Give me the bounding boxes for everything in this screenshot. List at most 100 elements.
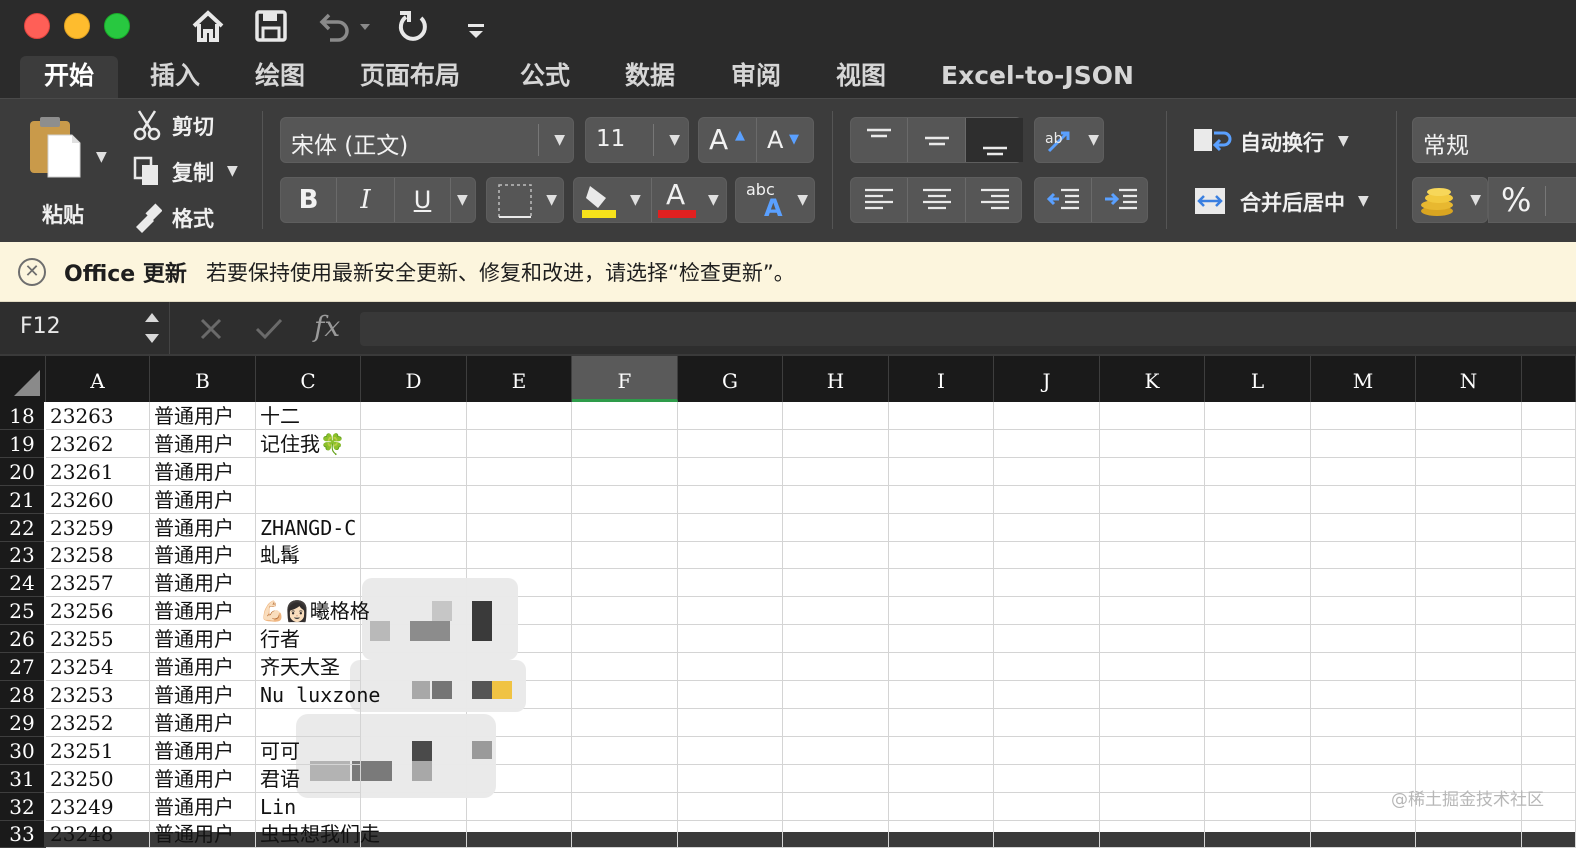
- cell-l[interactable]: [1205, 458, 1311, 486]
- tab-draw[interactable]: 绘图: [231, 56, 329, 98]
- cell-n[interactable]: [1416, 402, 1522, 430]
- cell-n[interactable]: [1416, 514, 1522, 542]
- cell-h[interactable]: [783, 793, 889, 821]
- cell-f[interactable]: [572, 681, 678, 709]
- column-header-e[interactable]: E: [467, 356, 572, 402]
- cell-i[interactable]: [889, 737, 994, 765]
- cell-k[interactable]: [1100, 681, 1205, 709]
- cell-c[interactable]: Nu luxzone: [256, 681, 380, 709]
- cell-k[interactable]: [1100, 542, 1205, 569]
- cell-h[interactable]: [783, 569, 889, 597]
- cell-k[interactable]: [1100, 430, 1205, 458]
- cell-overflow[interactable]: [1522, 430, 1576, 458]
- cell-a[interactable]: 23249: [46, 793, 150, 821]
- cell-n[interactable]: [1416, 821, 1522, 848]
- cell-l[interactable]: [1205, 430, 1311, 458]
- cell-m[interactable]: [1311, 737, 1416, 765]
- copy-button[interactable]: 复制 ▼: [132, 155, 242, 189]
- cell-l[interactable]: [1205, 653, 1311, 681]
- cell-e[interactable]: [467, 514, 572, 542]
- cell-m[interactable]: [1311, 514, 1416, 542]
- cell-g[interactable]: [678, 709, 783, 737]
- cell-h[interactable]: [783, 402, 889, 430]
- cell-l[interactable]: [1205, 821, 1311, 848]
- cell-h[interactable]: [783, 486, 889, 514]
- cell-k[interactable]: [1100, 793, 1205, 821]
- cell-i[interactable]: [889, 821, 994, 848]
- cell-k[interactable]: [1100, 737, 1205, 765]
- cell-f[interactable]: [572, 569, 678, 597]
- tab-formulas[interactable]: 公式: [496, 56, 594, 98]
- cell-f[interactable]: [572, 625, 678, 653]
- cell-j[interactable]: [994, 430, 1100, 458]
- cell-a[interactable]: 23258: [46, 542, 150, 569]
- cell-n[interactable]: [1416, 737, 1522, 765]
- font-name-select[interactable]: 宋体 (正文) ▼: [280, 117, 574, 163]
- increase-font-button[interactable]: A ▲: [699, 118, 757, 162]
- cell-b[interactable]: 普通用户: [150, 793, 256, 821]
- cell-i[interactable]: [889, 793, 994, 821]
- cell-i[interactable]: [889, 653, 994, 681]
- cell-a[interactable]: 23251: [46, 737, 150, 765]
- cell-l[interactable]: [1205, 737, 1311, 765]
- column-header-l[interactable]: L: [1205, 356, 1311, 402]
- row-header[interactable]: 25: [0, 597, 44, 625]
- cell-k[interactable]: [1100, 625, 1205, 653]
- cell-j[interactable]: [994, 681, 1100, 709]
- customize-icon[interactable]: [464, 8, 488, 44]
- underline-dropdown[interactable]: ▼: [451, 178, 477, 222]
- cell-n[interactable]: [1416, 458, 1522, 486]
- cell-f[interactable]: [572, 430, 678, 458]
- cell-j[interactable]: [994, 737, 1100, 765]
- cell-l[interactable]: [1205, 793, 1311, 821]
- cell-l[interactable]: [1205, 597, 1311, 625]
- decrease-font-button[interactable]: A ▼: [757, 118, 815, 162]
- cell-d[interactable]: [361, 430, 467, 458]
- cell-j[interactable]: [994, 569, 1100, 597]
- merge-center-button[interactable]: 合并后居中 ▼: [1192, 183, 1392, 219]
- cell-k[interactable]: [1100, 821, 1205, 848]
- cell-a[interactable]: 23262: [46, 430, 150, 458]
- paste-dropdown-icon[interactable]: ▼: [96, 149, 107, 165]
- cell-f[interactable]: [572, 793, 678, 821]
- row-header[interactable]: 23: [0, 542, 44, 569]
- column-header-i[interactable]: I: [889, 356, 994, 402]
- increase-indent-button[interactable]: [1092, 178, 1149, 222]
- cell-g[interactable]: [678, 430, 783, 458]
- column-header-a[interactable]: A: [46, 356, 150, 402]
- cell-f[interactable]: [572, 709, 678, 737]
- copy-dropdown-icon[interactable]: ▼: [227, 163, 238, 179]
- cell-i[interactable]: [889, 402, 994, 430]
- row-header[interactable]: 28: [0, 681, 44, 709]
- row-header[interactable]: 19: [0, 430, 44, 458]
- paste-button[interactable]: ▼ 粘贴: [22, 111, 112, 231]
- cell-i[interactable]: [889, 514, 994, 542]
- cell-l[interactable]: [1205, 486, 1311, 514]
- cell-m[interactable]: [1311, 486, 1416, 514]
- cell-e[interactable]: [467, 402, 572, 430]
- align-right-button[interactable]: [966, 178, 1023, 222]
- column-header-c[interactable]: C: [256, 356, 361, 402]
- row-header[interactable]: 32: [0, 793, 44, 821]
- cell-i[interactable]: [889, 597, 994, 625]
- cell-f[interactable]: [572, 458, 678, 486]
- column-header-h[interactable]: H: [783, 356, 889, 402]
- tab-excel-to-json[interactable]: Excel-to-JSON: [917, 56, 1158, 98]
- name-box[interactable]: F12: [0, 302, 170, 354]
- align-left-button[interactable]: [851, 178, 908, 222]
- align-bottom-button[interactable]: [966, 118, 1023, 162]
- cell-g[interactable]: [678, 625, 783, 653]
- cell-g[interactable]: [678, 402, 783, 430]
- cell-j[interactable]: [994, 486, 1100, 514]
- cell-f[interactable]: [572, 542, 678, 569]
- row-header[interactable]: 18: [0, 402, 44, 430]
- cell-b[interactable]: 普通用户: [150, 653, 256, 681]
- cell-overflow[interactable]: [1522, 514, 1576, 542]
- cell-f[interactable]: [572, 821, 678, 848]
- orientation-button[interactable]: ab ▼: [1034, 117, 1104, 163]
- cell-i[interactable]: [889, 709, 994, 737]
- cell-a[interactable]: 23248: [46, 821, 150, 848]
- select-all-button[interactable]: [0, 356, 46, 402]
- cell-n[interactable]: [1416, 542, 1522, 569]
- cell-l[interactable]: [1205, 681, 1311, 709]
